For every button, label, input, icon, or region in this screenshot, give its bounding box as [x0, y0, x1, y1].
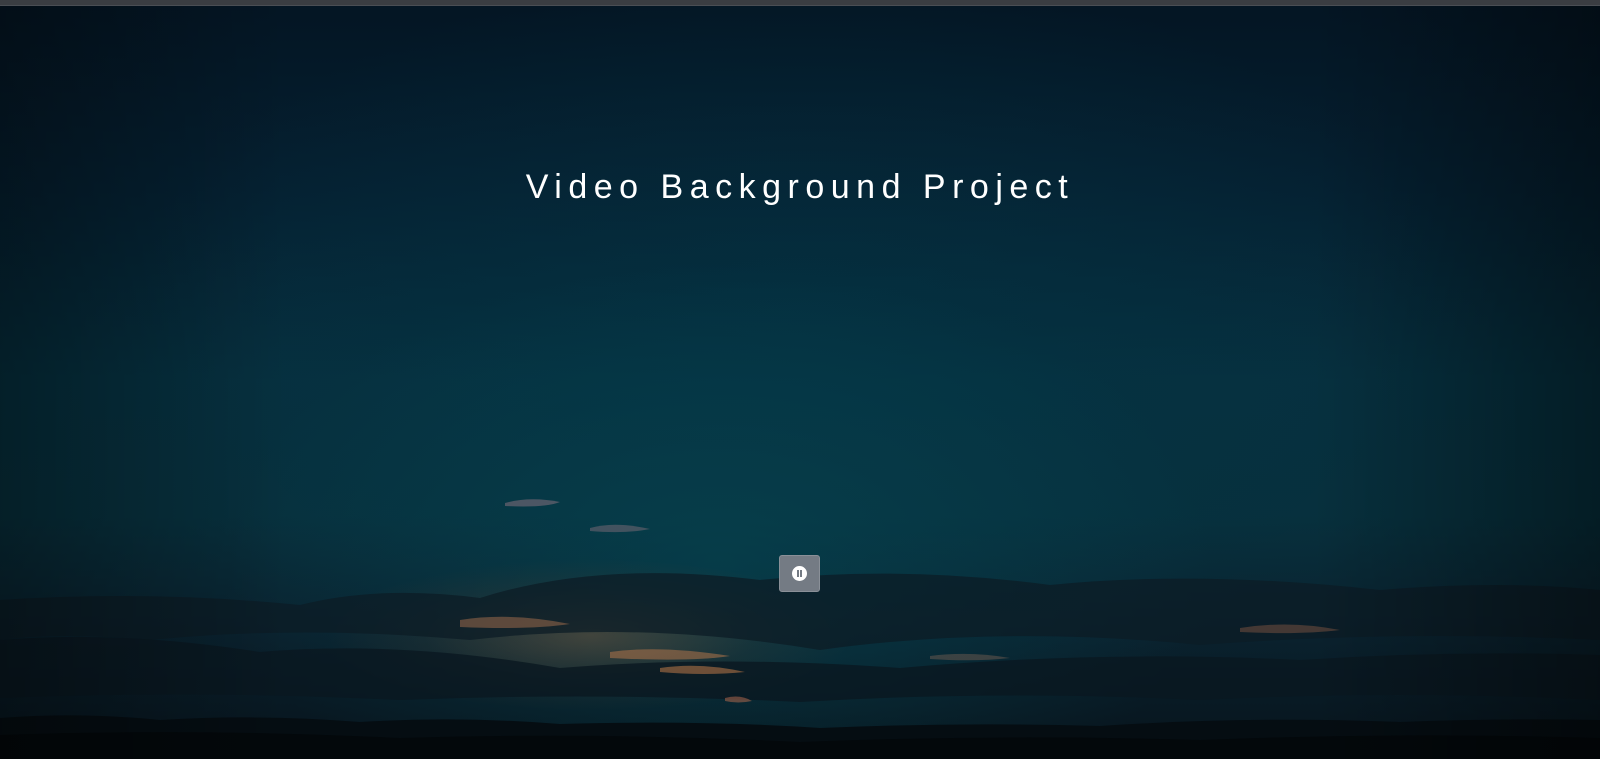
pause-circle-icon — [792, 566, 807, 581]
page-title: Video Background Project — [525, 168, 1075, 206]
vignette-overlay — [0, 0, 1600, 759]
browser-top-edge — [0, 0, 1600, 6]
pause-video-button[interactable] — [779, 555, 820, 592]
video-background-page: Video Background Project — [0, 0, 1600, 759]
